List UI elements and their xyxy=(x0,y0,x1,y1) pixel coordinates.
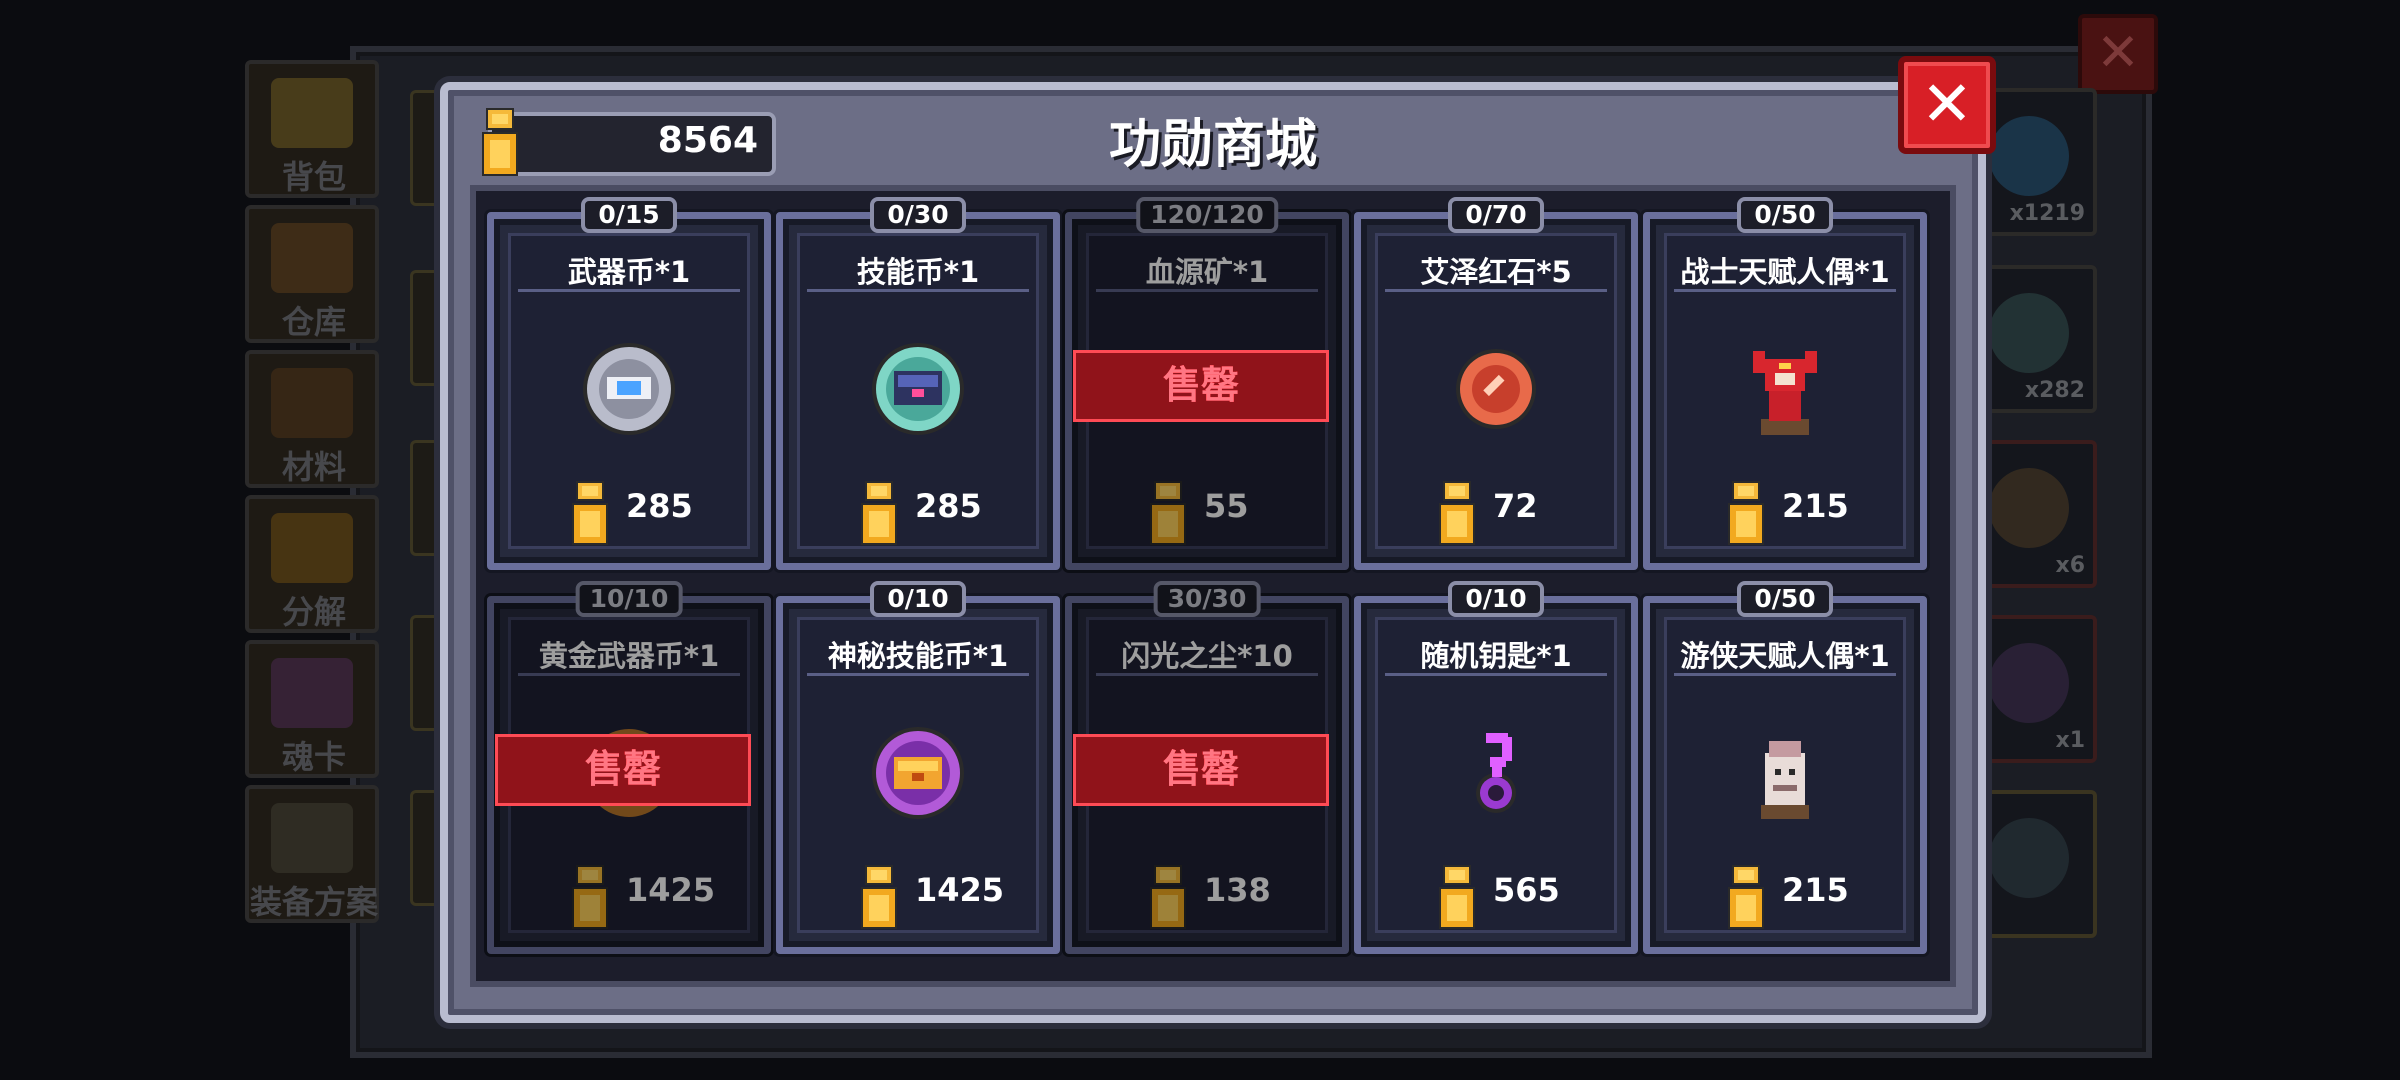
price-medal xyxy=(857,481,901,551)
price-medal xyxy=(1724,865,1768,935)
pinwheel-icon xyxy=(1989,818,2069,898)
sold-out-label: 售罄 xyxy=(495,734,751,806)
skill-coin-icon xyxy=(872,343,964,435)
purchase-limit-badge: 30/30 xyxy=(1153,581,1261,617)
warehouse-icon xyxy=(271,223,353,293)
sidebar-item-label: 材料 xyxy=(281,448,346,486)
item-name: 神秘技能币*1 xyxy=(827,639,1009,673)
backpack-icon xyxy=(271,78,353,148)
sidebar-item-warehouse[interactable]: 仓库 xyxy=(245,205,379,343)
price-medal xyxy=(1146,481,1190,551)
purchase-limit-badge: 0/50 xyxy=(1737,581,1833,617)
sold-out-label: 售罄 xyxy=(1073,734,1329,806)
item-price: 285 xyxy=(915,487,982,525)
sidebar-item-label: 分解 xyxy=(281,593,346,631)
item-name: 随机钥匙*1 xyxy=(1420,639,1572,673)
item-name: 武器币*1 xyxy=(567,255,691,289)
random-key-icon xyxy=(1476,733,1516,813)
purchase-limit-badge: 0/70 xyxy=(1448,197,1544,233)
purple-crystal-icon xyxy=(1989,643,2069,723)
purchase-limit-badge: 0/50 xyxy=(1737,197,1833,233)
sidebar-item-label: 魂卡 xyxy=(281,738,346,776)
sidebar-item-materials[interactable]: 材料 xyxy=(245,350,379,488)
shop-item-card[interactable]: 0/70 艾泽红石*5 72 xyxy=(1354,197,1638,570)
sidebar-item-soul-card[interactable]: 魂卡 xyxy=(245,640,379,778)
shop-item-card[interactable]: 0/50 游侠天赋人偶*1 215 xyxy=(1643,581,1927,954)
chest-coin-icon xyxy=(1989,293,2069,373)
item-name: 游侠天赋人偶*1 xyxy=(1680,639,1890,673)
price-medal xyxy=(568,865,612,935)
medal-icon xyxy=(861,865,897,929)
item-count: x1219 xyxy=(2009,201,2085,226)
price-medal xyxy=(1435,481,1479,551)
red-stone-icon xyxy=(1456,349,1536,429)
shop-title: 功勋商城 xyxy=(1108,115,1317,175)
medal-icon xyxy=(572,481,608,545)
sidebar-item-backpack[interactable]: 背包 xyxy=(245,60,379,198)
item-name: 闪光之尘*10 xyxy=(1121,639,1293,673)
medal-icon xyxy=(572,865,608,929)
shop-item-card[interactable]: 0/15 武器币*1 285 xyxy=(487,197,771,570)
blue-gem-icon xyxy=(1989,116,2069,196)
shop-item-card[interactable]: 0/10 神秘技能币*1 1425 xyxy=(776,581,1060,954)
item-name: 技能币*1 xyxy=(856,255,980,289)
item-price: 138 xyxy=(1204,871,1271,909)
purchase-limit-badge: 0/10 xyxy=(870,581,966,617)
item-count: x1 xyxy=(2055,728,2086,753)
medal-icon xyxy=(1150,481,1186,545)
ranger-doll-icon xyxy=(1761,741,1809,819)
equipment-plan-icon xyxy=(271,803,353,873)
close-button[interactable]: ✕ xyxy=(1898,56,1996,154)
inventory-close-button[interactable]: ✕ xyxy=(2078,14,2158,94)
medal-icon xyxy=(1439,481,1475,545)
mystic-skill-coin-icon xyxy=(872,727,964,819)
item-count: x6 xyxy=(2055,553,2086,578)
shop-item-card[interactable]: 0/30 技能币*1 285 xyxy=(776,197,1060,570)
shop-item-card[interactable]: 0/50 战士天赋人偶*1 215 xyxy=(1643,197,1927,570)
item-price: 215 xyxy=(1782,487,1849,525)
medal-icon xyxy=(1439,865,1475,929)
medal-icon xyxy=(1728,481,1764,545)
materials-icon xyxy=(271,368,353,438)
purchase-limit-badge: 0/10 xyxy=(1448,581,1544,617)
item-price: 285 xyxy=(626,487,693,525)
price-medal xyxy=(1724,481,1768,551)
item-count: x282 xyxy=(2024,378,2085,403)
purchase-limit-badge: 0/15 xyxy=(581,197,677,233)
purchase-limit-badge: 10/10 xyxy=(575,581,683,617)
price-medal xyxy=(568,481,612,551)
item-price: 215 xyxy=(1782,871,1849,909)
sidebar-item-label: 装备方案 xyxy=(249,883,378,921)
orb-cluster-icon xyxy=(1989,468,2069,548)
weapon-coin-icon xyxy=(583,343,675,435)
disassemble-icon xyxy=(271,513,353,583)
item-price: 72 xyxy=(1493,487,1538,525)
purchase-limit-badge: 0/30 xyxy=(870,197,966,233)
sidebar-item-equipment-plan[interactable]: 装备方案 xyxy=(245,785,379,923)
price-medal xyxy=(857,865,901,935)
item-price: 1425 xyxy=(915,871,1005,909)
sidebar-item-label: 背包 xyxy=(281,158,346,196)
medal-icon xyxy=(1150,865,1186,929)
item-price: 565 xyxy=(1493,871,1560,909)
item-name: 艾泽红石*5 xyxy=(1420,255,1572,289)
purchase-limit-badge: 120/120 xyxy=(1136,197,1278,233)
price-medal xyxy=(1435,865,1479,935)
warrior-doll-icon xyxy=(1753,351,1817,435)
shop-item-card[interactable]: 0/10 随机钥匙*1 565 xyxy=(1354,581,1638,954)
item-name: 黄金武器币*1 xyxy=(538,639,720,673)
medal-icon xyxy=(861,481,897,545)
sold-out-label: 售罄 xyxy=(1073,350,1329,422)
medal-icon xyxy=(1728,865,1764,929)
price-medal xyxy=(1146,865,1190,935)
item-name: 战士天赋人偶*1 xyxy=(1680,255,1890,289)
item-price: 1425 xyxy=(626,871,716,909)
soul-card-icon xyxy=(271,658,353,728)
item-name: 血源矿*1 xyxy=(1145,255,1269,289)
sidebar-item-disassemble[interactable]: 分解 xyxy=(245,495,379,633)
sidebar-item-label: 仓库 xyxy=(281,303,346,341)
item-price: 55 xyxy=(1204,487,1249,525)
